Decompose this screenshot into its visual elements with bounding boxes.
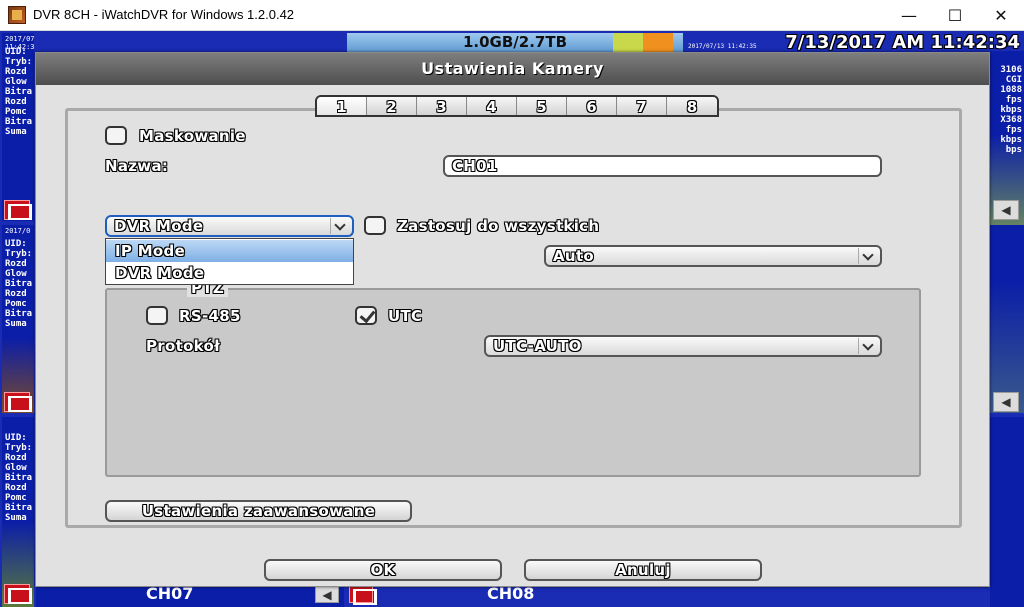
protocol-label: Protokół: [146, 337, 221, 355]
protocol-dropdown[interactable]: UTC-AUTO: [484, 335, 882, 357]
camera-info-2: UID: Tryb: Rozd Glow Bitra Rozd Pomc Bitra Suma: [5, 239, 33, 329]
camera-view-2[interactable]: 2017/0 UID: Tryb: Rozd Glow Bitra Rozd Pomc Bit…: [2, 225, 34, 413]
dialog-title: Ustawienia Kamery: [36, 53, 989, 85]
system-clock: 2017/07/13 11:42:35 7/13/2017 AM 11:42:3…: [688, 32, 1020, 53]
rs485-label: RS-485: [179, 307, 241, 325]
utc-checkbox[interactable]: [355, 306, 377, 325]
close-button[interactable]: ✕: [978, 0, 1024, 31]
record-icon-3[interactable]: [4, 584, 32, 604]
tab-channel-7[interactable]: 7: [617, 97, 667, 115]
window-title: DVR 8CH - iWatchDVR for Windows 1.2.0.42: [33, 7, 295, 22]
tab-channel-3[interactable]: 3: [417, 97, 467, 115]
window-titlebar: DVR 8CH - iWatchDVR for Windows 1.2.0.42…: [0, 0, 1024, 31]
rs485-checkbox[interactable]: [146, 306, 168, 325]
apply-all-checkbox[interactable]: [364, 216, 386, 235]
record-icon-ch08[interactable]: [349, 585, 377, 605]
tab-channel-1[interactable]: 1: [317, 97, 367, 115]
camera-view-3[interactable]: UID: Tryb: Rozd Glow Bitra Rozd Pomc Bitra Suma: [2, 417, 34, 607]
tab-channel-6[interactable]: 6: [567, 97, 617, 115]
speaker-icon[interactable]: ◀: [993, 200, 1019, 220]
camera-info: UID: Tryb: Rozd Glow Bitra Rozd Pomc Bitra Suma: [5, 47, 33, 137]
ok-button[interactable]: OK: [264, 559, 502, 581]
storage-indicator: 1.0GB/2.7TB: [347, 33, 683, 52]
camera-info-3: UID: Tryb: Rozd Glow Bitra Rozd Pomc Bitra Suma: [5, 433, 33, 523]
chevron-down-icon: [858, 248, 878, 264]
mode-dropdown-value: DVR Mode: [114, 217, 204, 235]
mode-option-ip[interactable]: IP Mode: [106, 240, 353, 262]
tab-channel-8[interactable]: 8: [667, 97, 717, 115]
record-icon-2[interactable]: [4, 392, 32, 412]
camera-timestamp-2: 2017/0: [5, 227, 31, 235]
speaker-icon-ch07[interactable]: ◀: [315, 585, 339, 603]
tab-channel-4[interactable]: 4: [467, 97, 517, 115]
cancel-button[interactable]: Anuluj: [524, 559, 762, 581]
camera-settings-dialog: Ustawienia Kamery 1 2 3 4 5 6 7 8 Maskow…: [35, 52, 990, 587]
apply-all-label: Zastosuj do wszystkich: [397, 217, 600, 235]
name-label: Nazwa:: [105, 157, 169, 175]
chevron-down-icon: [858, 338, 878, 354]
camera-view-right-2[interactable]: [990, 225, 1024, 413]
mode-dropdown-list: IP Mode DVR Mode: [105, 238, 354, 285]
app-icon: [8, 6, 26, 24]
tab-channel-5[interactable]: 5: [517, 97, 567, 115]
channel-tabs: 1 2 3 4 5 6 7 8: [315, 95, 719, 117]
speaker-icon-2[interactable]: ◀: [993, 392, 1019, 412]
camera-view-right-3[interactable]: [990, 417, 1024, 607]
maximize-button[interactable]: ☐: [932, 0, 978, 31]
chevron-down-icon: [330, 218, 350, 234]
advanced-settings-button[interactable]: Ustawienia zaawansowane: [105, 500, 412, 522]
camera-view-1[interactable]: 2017/07/13 11:42:35 UID:Tryb:RozdGlowBit…: [2, 33, 34, 221]
mode-dropdown[interactable]: DVR Mode: [105, 215, 354, 237]
utc-label: UTC: [388, 307, 423, 325]
auto-dropdown[interactable]: Auto: [544, 245, 882, 267]
masking-label: Maskowanie: [139, 127, 246, 145]
record-icon[interactable]: [4, 200, 32, 220]
camera-info-right: 3106 CGI 1088 fps kbps X368 fps kbps bps: [1000, 65, 1022, 155]
auto-dropdown-value: Auto: [553, 247, 594, 265]
tab-channel-2[interactable]: 2: [367, 97, 417, 115]
minimize-button[interactable]: —: [886, 0, 932, 31]
protocol-dropdown-value: UTC-AUTO: [493, 337, 582, 355]
masking-checkbox[interactable]: [105, 126, 127, 145]
name-field[interactable]: CH01: [443, 155, 882, 177]
mode-option-dvr[interactable]: DVR Mode: [106, 262, 353, 284]
